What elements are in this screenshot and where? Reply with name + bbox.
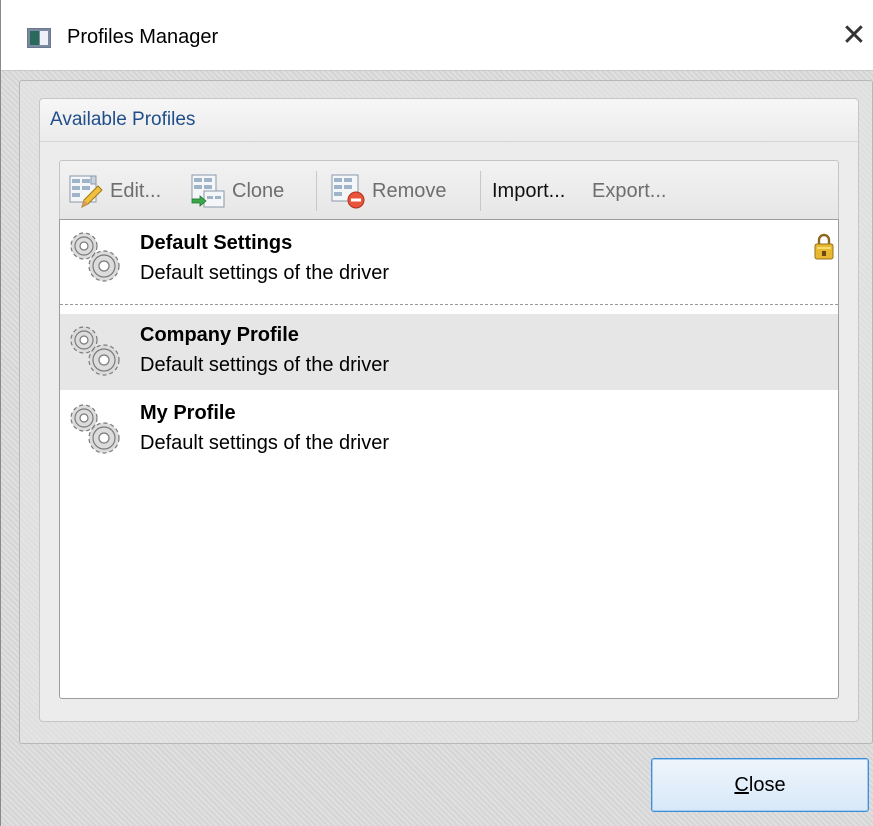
app-icon: [27, 28, 51, 48]
profiles-list[interactable]: Default Settings Default settings of the…: [59, 219, 839, 699]
edit-profile-icon: [69, 175, 103, 208]
edit-button[interactable]: Edit...: [68, 169, 161, 213]
remove-profile-icon: [331, 174, 365, 209]
gears-icon: [70, 404, 120, 454]
clone-profile-icon: [191, 174, 225, 208]
profile-item-default-settings[interactable]: Default Settings Default settings of the…: [60, 220, 838, 300]
profile-name: Default Settings: [140, 232, 293, 254]
profiles-toolbar: Edit... Clone Remove Import... Export...: [59, 160, 839, 220]
list-divider: [60, 304, 838, 305]
export-button[interactable]: Export...: [592, 169, 666, 213]
group-title: Available Profiles: [50, 109, 196, 130]
import-button[interactable]: Import...: [492, 169, 565, 213]
profile-description: Default settings of the driver: [140, 432, 390, 454]
remove-label: Remove: [372, 179, 447, 202]
clone-button[interactable]: Clone: [190, 169, 284, 213]
close-mnemonic: C: [734, 773, 749, 796]
import-label: Import...: [492, 179, 566, 202]
close-button[interactable]: Close: [651, 758, 869, 812]
lock-icon: [814, 233, 834, 260]
profile-item-company-profile[interactable]: Company Profile Default settings of the …: [60, 314, 838, 390]
profile-item-my-profile[interactable]: My Profile Default settings of the drive…: [60, 392, 838, 472]
profile-description: Default settings of the driver: [140, 262, 390, 284]
title-bar: Profiles Manager ✕: [1, 0, 873, 71]
clone-label: Clone: [232, 179, 285, 202]
toolbar-separator: [480, 171, 481, 211]
remove-button[interactable]: Remove: [330, 169, 446, 213]
export-label: Export...: [592, 179, 667, 202]
profile-description: Default settings of the driver: [140, 354, 390, 376]
group-header: Available Profiles: [40, 99, 858, 142]
gears-icon: [70, 326, 120, 376]
toolbar-separator: [316, 171, 317, 211]
profile-name: My Profile: [140, 402, 236, 424]
profile-name: Company Profile: [140, 324, 299, 346]
gears-icon: [70, 232, 120, 282]
close-window-icon[interactable]: ✕: [836, 16, 872, 56]
profiles-manager-window: Profiles Manager ✕ Available Profiles Ed…: [0, 0, 873, 826]
window-title: Profiles Manager: [67, 26, 219, 48]
close-label: lose: [748, 773, 786, 796]
edit-label: Edit...: [110, 179, 162, 202]
